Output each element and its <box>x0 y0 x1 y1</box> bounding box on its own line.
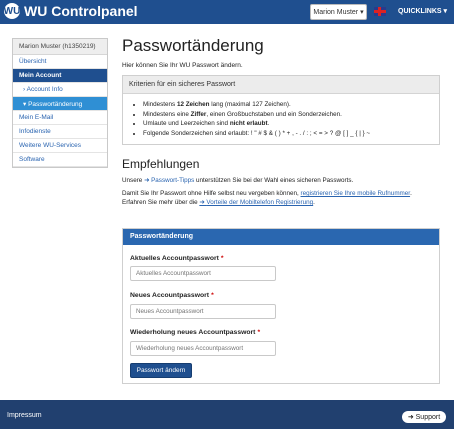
user-menu-dropdown[interactable]: Marion Muster ▾ <box>310 4 367 20</box>
brand-title: WU Controlpanel <box>24 3 138 19</box>
quicklinks-menu[interactable]: QUICKLINKS ▾ <box>398 7 447 15</box>
criteria-item: Mindestens 12 Zeichen lang (maximal 127 … <box>143 100 433 110</box>
criteria-item: Folgende Sonderzeichen sind erlaubt: ! "… <box>143 129 433 139</box>
brand[interactable]: WU WU Controlpanel <box>4 3 138 19</box>
current-password-label: Aktuelles Accountpasswort * <box>130 255 224 262</box>
sidebar-item-weitere-services[interactable]: Weitere WU-Services <box>13 139 107 153</box>
change-password-button[interactable]: Passwort ändern <box>130 363 192 378</box>
sidebar-item-infodienste[interactable]: Infodienste <box>13 125 107 139</box>
impressum-link[interactable]: Impressum <box>7 412 42 419</box>
arrow-icon: ➜ <box>407 414 416 421</box>
recommendation-tips: Unsere ➜ Passwort-Tipps unterstützen Sie… <box>122 177 354 184</box>
new-password-label: Neues Accountpasswort * <box>130 292 214 299</box>
password-criteria-panel: Kriterien für ein sicheres Passwort Mind… <box>122 75 440 145</box>
criteria-heading: Kriterien für ein sicheres Passwort <box>123 76 439 94</box>
criteria-item: Mindestens eine Ziffer, einen Großbuchst… <box>143 110 433 120</box>
criteria-item: Umlaute und Leerzeichen sind nicht erlau… <box>143 119 433 129</box>
intro-text: Hier können Sie Ihr WU Passwort ändern. <box>122 62 243 69</box>
criteria-list: Mindestens 12 Zeichen lang (maximal 127 … <box>123 94 439 144</box>
current-password-input[interactable] <box>130 266 276 281</box>
form-heading: Passwortänderung <box>123 229 439 245</box>
sidebar: Marion Muster (h1350219) Übersicht Mein … <box>12 38 108 168</box>
uk-flag-icon[interactable] <box>374 7 386 16</box>
top-navigation-bar: WU WU Controlpanel Marion Muster ▾ QUICK… <box>0 0 454 24</box>
new-password-input[interactable] <box>130 304 276 319</box>
repeat-password-input[interactable] <box>130 341 276 356</box>
repeat-password-label: Wiederholung neues Accountpasswort * <box>130 329 261 336</box>
sidebar-item-software[interactable]: Software <box>13 153 107 167</box>
support-button[interactable]: ➜ Support <box>402 411 446 423</box>
recommendation-mobile: Damit Sie Ihr Passwort ohne Hilfe selbst… <box>122 190 412 206</box>
mobile-benefits-link[interactable]: ➜ Vorteile der Mobiltelefon Registrierun… <box>199 199 313 206</box>
register-mobile-link[interactable]: registrieren Sie Ihre mobile Rufnummer <box>301 190 411 197</box>
sidebar-user-heading: Marion Muster (h1350219) <box>13 39 107 55</box>
recommendations-heading: Empfehlungen <box>122 157 200 171</box>
wu-logo-icon: WU <box>4 3 20 19</box>
password-change-form: Passwortänderung Aktuelles Accountpasswo… <box>122 228 440 384</box>
sidebar-item-account-info[interactable]: › Account Info <box>13 83 107 97</box>
sidebar-item-mein-account[interactable]: Mein Account <box>13 69 107 83</box>
footer: Impressum ➜ Support <box>0 400 454 429</box>
sidebar-item-uebersicht[interactable]: Übersicht <box>13 55 107 69</box>
sidebar-item-passwortaenderung[interactable]: ▾ Passwortänderung <box>13 97 107 111</box>
page-title: Passwortänderung <box>122 36 264 55</box>
password-tips-link[interactable]: ➜ Passwort-Tipps <box>144 177 194 184</box>
sidebar-item-mein-email[interactable]: Mein E-Mail <box>13 111 107 125</box>
main-content: Passwortänderung Hier können Sie Ihr WU … <box>122 36 442 211</box>
